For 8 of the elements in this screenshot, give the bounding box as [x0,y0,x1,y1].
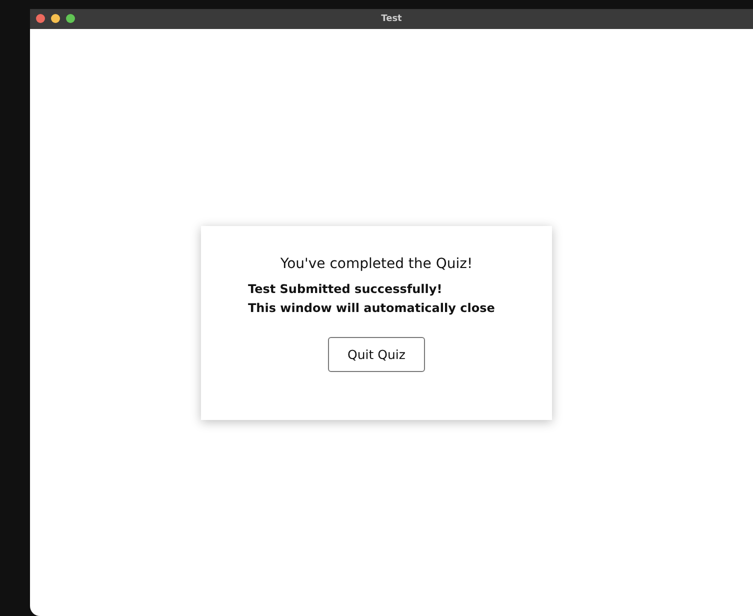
message-line: This window will automatically close [248,301,495,315]
message-line: Test Submitted successfully! [248,282,444,296]
quit-button[interactable]: Quit Quiz [328,337,425,372]
zoom-button[interactable] [66,14,75,23]
minimize-button[interactable] [51,14,60,23]
close-button[interactable] [36,14,45,23]
window-title: Test [381,14,402,24]
dialog-heading: You've completed the Quiz! [280,256,473,272]
